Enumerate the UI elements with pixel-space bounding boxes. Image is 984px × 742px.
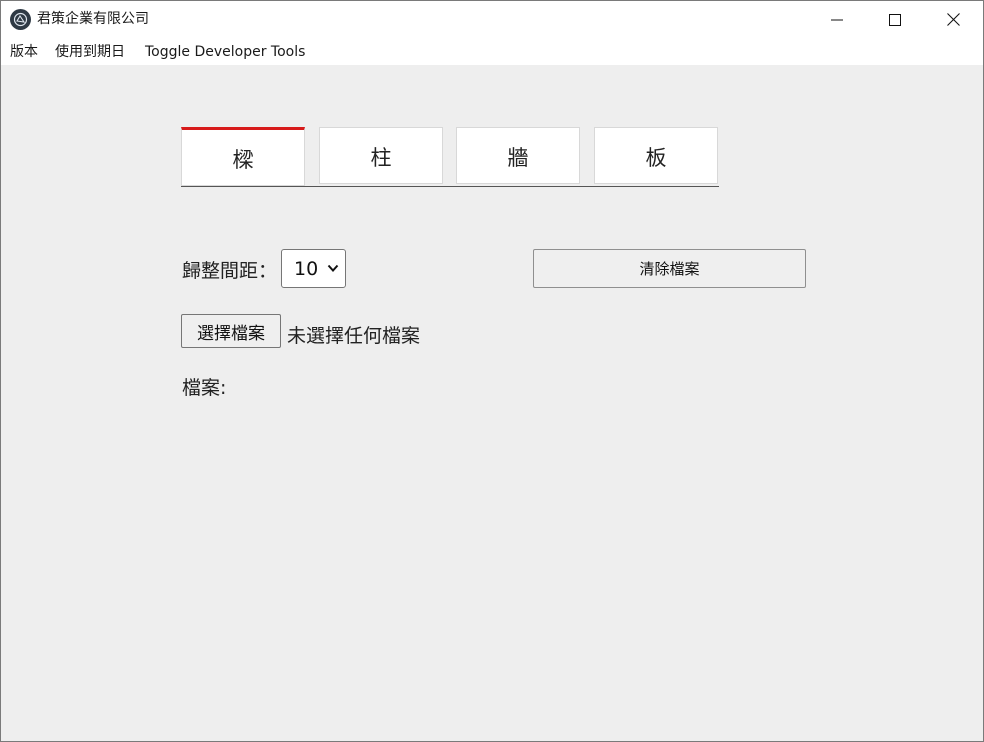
file-status-text: 未選擇任何檔案 bbox=[287, 325, 421, 347]
menu-version[interactable]: 版本 bbox=[10, 43, 38, 61]
maximize-icon bbox=[889, 13, 901, 26]
chevron-down-icon bbox=[327, 264, 339, 272]
close-icon bbox=[946, 13, 960, 26]
maximize-button[interactable] bbox=[872, 1, 918, 38]
tab-column[interactable]: 柱 bbox=[319, 127, 443, 184]
category-tabs: 樑 柱 牆 板 bbox=[181, 127, 719, 187]
interval-value: 10 bbox=[294, 257, 319, 280]
tab-slab[interactable]: 板 bbox=[594, 127, 718, 184]
tab-label: 樑 bbox=[232, 147, 254, 172]
choose-file-button[interactable]: 選擇檔案 bbox=[181, 314, 281, 348]
menu-toggle-devtools[interactable]: Toggle Developer Tools bbox=[145, 43, 305, 61]
close-button[interactable] bbox=[930, 1, 976, 38]
app-logo-icon bbox=[10, 9, 31, 30]
interval-label: 歸整間距： bbox=[182, 260, 278, 282]
app-window: 君策企業有限公司 版本 使用到期日 Toggle Developer Tools… bbox=[0, 0, 984, 742]
tab-beam[interactable]: 樑 bbox=[181, 127, 305, 186]
window-title: 君策企業有限公司 bbox=[37, 11, 149, 27]
minimize-icon bbox=[831, 19, 843, 20]
tab-wall[interactable]: 牆 bbox=[456, 127, 580, 184]
clear-files-button[interactable]: 清除檔案 bbox=[533, 249, 806, 288]
tab-label: 板 bbox=[645, 145, 667, 170]
tab-label: 柱 bbox=[370, 145, 392, 170]
tab-label: 牆 bbox=[507, 145, 529, 170]
menu-expiry-date[interactable]: 使用到期日 bbox=[55, 43, 125, 61]
main-content: 樑 柱 牆 板 歸整間距： 10 清除檔案 選擇檔案 未選擇任何檔案 檔案: bbox=[1, 65, 983, 741]
minimize-button[interactable] bbox=[814, 1, 860, 38]
menu-bar: 版本 使用到期日 Toggle Developer Tools bbox=[1, 38, 983, 65]
interval-select[interactable]: 10 bbox=[281, 249, 346, 288]
title-bar[interactable]: 君策企業有限公司 bbox=[1, 1, 983, 38]
files-label: 檔案: bbox=[182, 377, 227, 399]
